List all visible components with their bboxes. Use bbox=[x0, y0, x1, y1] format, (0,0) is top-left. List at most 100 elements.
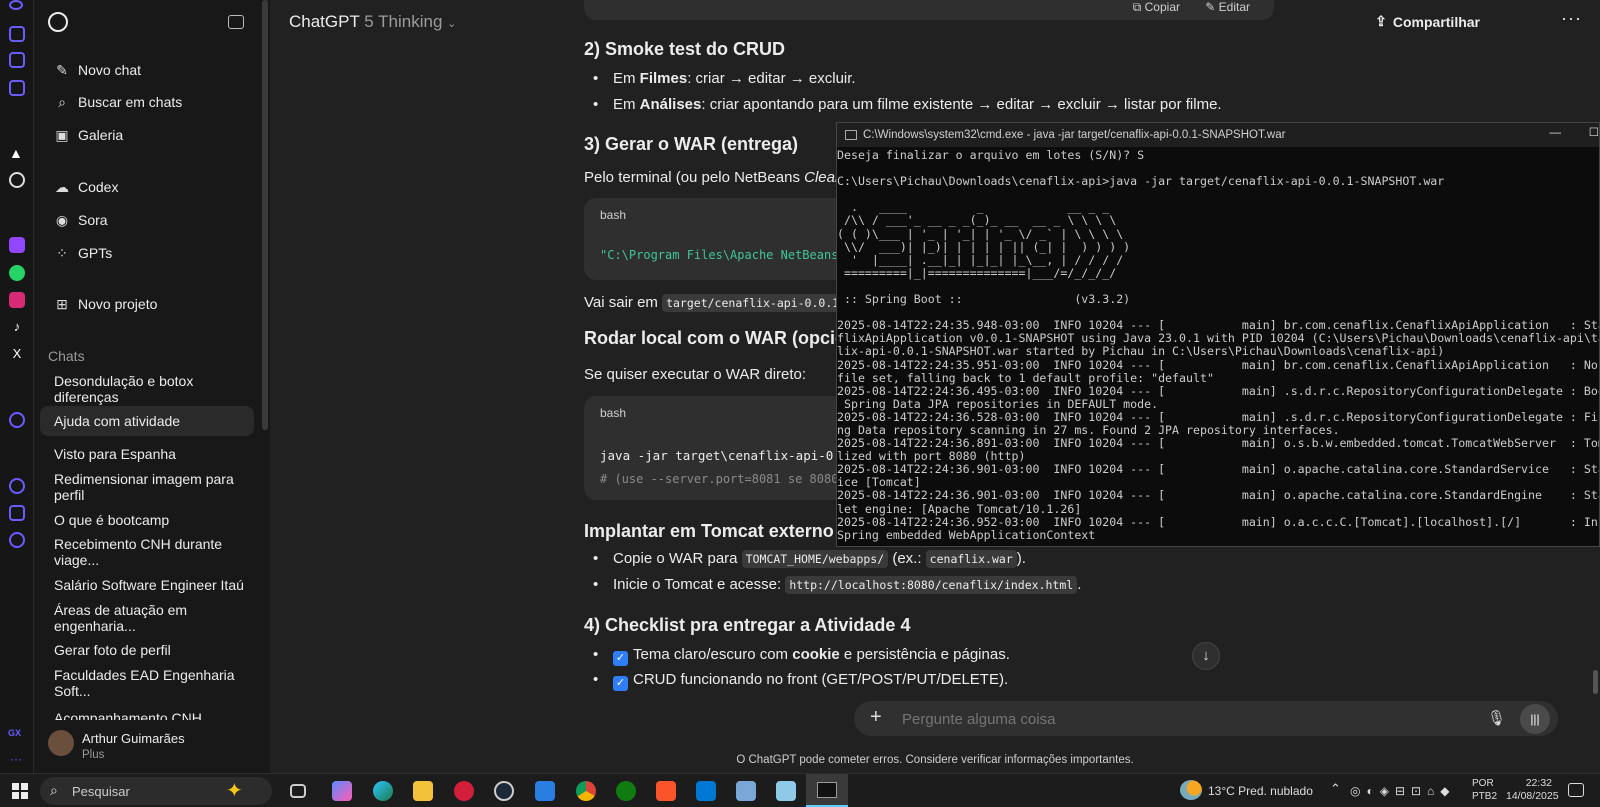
steam-icon[interactable] bbox=[494, 781, 514, 801]
bold-text: Análises bbox=[639, 96, 702, 113]
microphone-icon[interactable]: 🎙 bbox=[1487, 709, 1506, 727]
rail-icon-3[interactable] bbox=[9, 52, 25, 68]
edit-button[interactable]: ✎ Editar bbox=[1205, 0, 1250, 14]
chat-item[interactable]: O que é bootcamp bbox=[40, 505, 254, 535]
maximize-icon[interactable]: ☐ bbox=[1589, 125, 1599, 139]
nav-label: Novo chat bbox=[78, 62, 142, 78]
checkbox-checked-icon: ✓ bbox=[613, 651, 628, 666]
heading-rodar-local: Rodar local com o WAR (opcional bbox=[584, 328, 873, 348]
chat-item[interactable]: Visto para Espanha bbox=[40, 439, 254, 469]
more-options-icon[interactable]: ··· bbox=[1561, 8, 1582, 29]
heading-tomcat: Implantar em Tomcat externo (op bbox=[584, 521, 867, 541]
tray-icons[interactable]: ◎◐◈⊟⊡⌂◆ bbox=[1350, 784, 1456, 798]
cmd-line: Deseja finalizar o arquivo em lotes (S/N… bbox=[837, 148, 1145, 162]
model-selector[interactable]: ChatGPT 5 Thinking ⌄ bbox=[289, 12, 456, 32]
virtualbox-icon[interactable] bbox=[736, 781, 756, 801]
weather-icon[interactable] bbox=[1180, 780, 1202, 800]
copy-label: Copiar bbox=[1144, 0, 1180, 14]
chat-item[interactable]: Faculdades EAD Engenharia Soft... bbox=[40, 667, 254, 699]
keyboard-language[interactable]: POR PTB2 bbox=[1472, 777, 1497, 803]
chat-item[interactable]: Desondulação e botox diferenças bbox=[40, 373, 254, 405]
cmd-line: =========|_|==============|___/=/_/_/_/ bbox=[837, 265, 1117, 280]
opera-gx-icon[interactable] bbox=[454, 781, 474, 801]
notepad-icon[interactable] bbox=[776, 781, 796, 801]
chat-item[interactable]: Salário Software Engineer Itaú bbox=[40, 570, 254, 600]
nav-codex[interactable]: ☁ Codex bbox=[40, 172, 254, 202]
chat-item[interactable]: Acompanhamento CNH provisória... bbox=[40, 698, 254, 720]
edit-label: Editar bbox=[1218, 0, 1250, 14]
rail-icon-2[interactable] bbox=[9, 26, 25, 42]
code-line[interactable]: java -jar target\cenaflix-api-0.0 bbox=[600, 448, 848, 463]
cmd-output[interactable]: Deseja finalizar o arquivo em lotes (S/N… bbox=[837, 148, 1599, 542]
chat-item[interactable]: Gerar foto de perfil bbox=[40, 635, 254, 665]
twitch-icon[interactable] bbox=[9, 237, 25, 253]
chrome-icon[interactable] bbox=[576, 781, 596, 801]
nav-gallery[interactable]: ▣ Galeria bbox=[40, 120, 254, 150]
rail-icon-4[interactable] bbox=[9, 80, 25, 96]
voice-mode-icon[interactable]: ||| bbox=[1520, 704, 1550, 734]
taskbar-search[interactable]: ⌕ Pesquisar ✦ bbox=[40, 777, 272, 805]
rail-icon-15[interactable] bbox=[9, 532, 25, 548]
codex-icon: ☁ bbox=[55, 178, 69, 195]
rail-icon-13[interactable] bbox=[9, 478, 25, 494]
rail-icon-14[interactable] bbox=[9, 505, 25, 521]
edge-icon[interactable] bbox=[373, 781, 393, 801]
weather-text[interactable]: 13°C Pred. nublado bbox=[1208, 784, 1313, 798]
nav-new-project[interactable]: ⊞ Novo projeto bbox=[40, 289, 254, 319]
toggle-sidebar-icon[interactable] bbox=[228, 15, 244, 29]
x-icon[interactable]: X bbox=[9, 346, 25, 362]
vscode-icon[interactable] bbox=[696, 781, 716, 801]
cmd-window[interactable]: C:\Windows\system32\cmd.exe - java -jar … bbox=[836, 122, 1600, 547]
store-icon[interactable] bbox=[535, 781, 555, 801]
share-button[interactable]: ⇪ Compartilhar bbox=[1375, 13, 1480, 30]
nav-new-chat[interactable]: ✎ Novo chat bbox=[40, 55, 254, 85]
rail-icon-5[interactable]: ▲ bbox=[9, 145, 25, 161]
code-line[interactable]: "C:\Program Files\Apache NetBeans\ bbox=[600, 248, 846, 262]
text: . bbox=[1077, 576, 1082, 593]
cmd-line: file set, falling back to 1 default prof… bbox=[837, 370, 1214, 385]
chat-item[interactable]: Áreas de atuação em engenharia... bbox=[40, 602, 254, 634]
nav-sora[interactable]: ◉ Sora bbox=[40, 205, 254, 235]
gallery-icon: ▣ bbox=[55, 126, 69, 143]
clock[interactable]: 22:32 14/08/2025 bbox=[1506, 777, 1559, 803]
xbox-icon[interactable] bbox=[616, 781, 636, 801]
chat-item-active[interactable]: Ajuda com atividade bbox=[40, 406, 254, 436]
cmd-line: ( ( )\___ | '_ | '_| | '_ \/ _` | \ \ \ … bbox=[837, 226, 1124, 241]
rail-more-icon[interactable]: ··· bbox=[10, 752, 22, 766]
prompt-input[interactable] bbox=[902, 707, 1442, 731]
copy-button[interactable]: ⧉ Copiar bbox=[1133, 0, 1180, 15]
search-placeholder: Pesquisar bbox=[72, 784, 130, 799]
cmd-titlebar[interactable]: C:\Windows\system32\cmd.exe - java -jar … bbox=[837, 123, 1599, 147]
rail-icon-12[interactable] bbox=[9, 412, 25, 428]
openai-logo-icon[interactable] bbox=[48, 12, 68, 32]
chat-title: Visto para Espanha bbox=[54, 446, 176, 462]
task-view-icon[interactable] bbox=[290, 784, 306, 798]
plus-icon[interactable]: + bbox=[870, 706, 882, 729]
scroll-down-button[interactable]: ↓ bbox=[1192, 642, 1220, 670]
file-explorer-icon[interactable] bbox=[413, 781, 433, 801]
nav-gpts[interactable]: ⁘ GPTs bbox=[40, 238, 254, 268]
rail-icon-1[interactable] bbox=[9, 0, 23, 10]
windows-start-icon[interactable] bbox=[12, 783, 28, 799]
tiktok-icon[interactable]: ♪ bbox=[9, 319, 25, 335]
chat-item[interactable]: Redimensionar imagem para perfil bbox=[40, 471, 254, 503]
rail-icon-6[interactable] bbox=[9, 172, 25, 188]
code-comment[interactable]: # (use --server.port=8081 se 8080 bbox=[600, 472, 838, 486]
whatsapp-icon[interactable] bbox=[9, 265, 25, 281]
copilot-icon[interactable] bbox=[332, 781, 352, 801]
minimize-icon[interactable]: — bbox=[1550, 127, 1562, 139]
notification-icon[interactable] bbox=[1568, 783, 1584, 797]
cmd-taskbar-button[interactable] bbox=[806, 774, 848, 807]
cmd-line: :: Spring Boot :: (v3.3.2) bbox=[837, 292, 1131, 307]
paragraph: Vai sair em target/cenaflix-api-0.0.1 bbox=[584, 294, 844, 312]
sidebar-scrollbar[interactable] bbox=[262, 0, 268, 430]
tray-chevron-icon[interactable]: ⌃ bbox=[1330, 781, 1341, 797]
chat-item[interactable]: Recebimento CNH durante viage... bbox=[40, 536, 254, 568]
nav-search-chats[interactable]: ⌕ Buscar em chats bbox=[40, 87, 254, 117]
user-profile[interactable]: Arthur Guimarães Plus bbox=[34, 720, 262, 773]
cmd-line: /\\ / ___'_ __ _ _(_)_ __ __ _ \ \ \ \ bbox=[837, 213, 1117, 228]
brave-icon[interactable] bbox=[656, 781, 676, 801]
main-scrollbar[interactable] bbox=[1593, 670, 1598, 694]
nav-label: GPTs bbox=[78, 245, 113, 261]
instagram-icon[interactable] bbox=[9, 292, 25, 308]
